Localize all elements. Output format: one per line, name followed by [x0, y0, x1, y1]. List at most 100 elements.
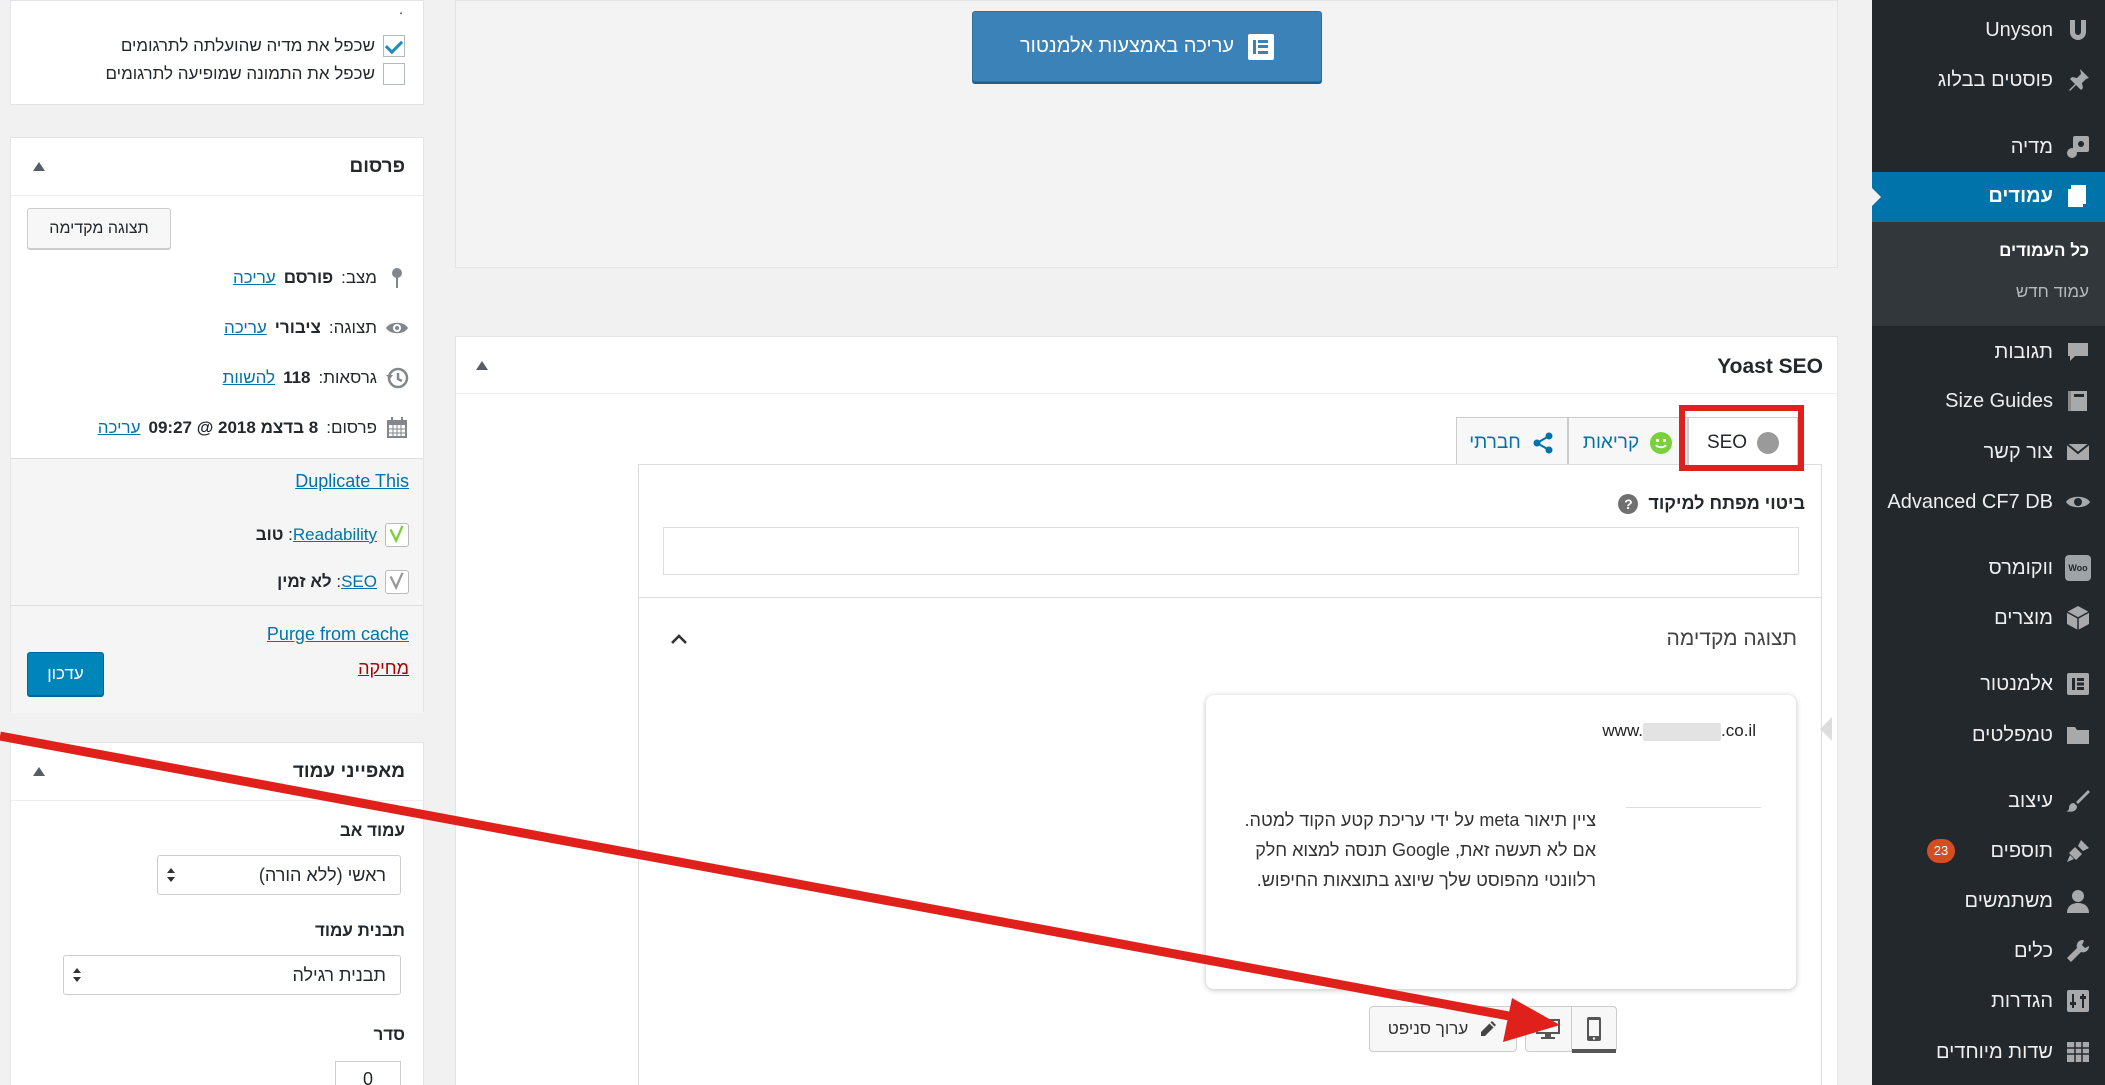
publish-box-title: פרסום [349, 156, 405, 177]
tab-seo[interactable]: SEO [1688, 417, 1798, 467]
help-icon[interactable]: ? [1618, 493, 1639, 514]
parent-page-label: עמוד אב [339, 821, 405, 840]
submenu-all-pages[interactable]: כל העמודים [1999, 241, 2089, 261]
edit-snippet-label: ערוך סניפט [1387, 1019, 1469, 1038]
calendar-icon [387, 417, 407, 438]
duplicate-featured-image-option: שכפל את התמונה שמופיעה לתרגומים [105, 63, 405, 85]
menu-label: מדיה [2010, 136, 2053, 158]
duplicate-uploaded-media-checkbox[interactable] [383, 35, 405, 57]
unyson-icon [2070, 20, 2086, 40]
mobile-preview-button[interactable] [1570, 1007, 1617, 1053]
pages-submenu: כל העמודים עמוד חדש [1872, 222, 2105, 326]
menu-item-users[interactable]: משתמשים [1872, 879, 2105, 923]
admin-sidebar: Unyson פוסטים בבלוג מדיה עמודים כל העמוד… [1871, 0, 2105, 1085]
purge-from-cache-link[interactable]: Purge from cache [267, 624, 409, 645]
box-icon [2066, 606, 2090, 630]
edit-date-link[interactable]: עריכה [98, 418, 141, 438]
menu-label: עמודים [1988, 185, 2053, 207]
readability-value: טוב [255, 525, 284, 544]
woocommerce-icon: Woo [2065, 555, 2091, 581]
menu-item-comments[interactable]: תגובות [1872, 330, 2105, 374]
menu-item-pages[interactable]: עמודים [1871, 172, 2105, 222]
menu-item-unyson[interactable]: Unyson [1872, 8, 2105, 52]
parent-page-select[interactable]: ראשי (ללא הורה) [157, 855, 401, 895]
collapse-toggle-icon[interactable] [33, 767, 45, 776]
update-button[interactable]: עדכון [27, 652, 104, 696]
yoast-seo-panel: ביטוי מפתח למיקוד ? תצוגה מקדימה www. .co… [638, 464, 1832, 1085]
checkbox-label: שכפל את התמונה שמופיעה לתרגומים [105, 64, 375, 83]
menu-label: Unyson [1985, 19, 2053, 41]
preview-button[interactable]: תצוגה מקדימה [27, 208, 171, 249]
menu-item-posts[interactable]: פוסטים בבלוג [1872, 58, 2105, 102]
yoast-readability-icon [385, 523, 409, 547]
seo-score-row: SEO: לא זמין [277, 570, 409, 594]
compare-revisions-link[interactable]: להשוות [223, 368, 275, 388]
menu-label: צור קשר [1983, 441, 2053, 463]
edit-with-elementor-button[interactable]: עריכה באמצעות אלמנטור [972, 11, 1322, 82]
duplicate-row: Duplicate This [295, 471, 409, 492]
elementor-button-label: עריכה באמצעות אלמנטור [1019, 35, 1235, 57]
revisions-count: 118 [283, 368, 311, 387]
menu-item-contact[interactable]: צור קשר [1872, 430, 2105, 474]
duplicate-this-link[interactable]: Duplicate This [295, 471, 409, 492]
settings-icon [2067, 990, 2089, 1012]
menu-item-plugins[interactable]: תוספים 23 [1872, 829, 2105, 873]
elementor-icon [2067, 673, 2089, 695]
menu-label: ווקומרס [1988, 557, 2053, 579]
snippet-description: ציין תיאור meta על ידי עריכת קטע הקוד למ… [1244, 810, 1596, 890]
duplicate-featured-image-checkbox[interactable] [383, 63, 405, 85]
focus-keyphrase-input[interactable] [663, 527, 1799, 575]
snippet-url-suffix: .co.il [1721, 721, 1756, 740]
menu-item-templates[interactable]: טמפלטים [1872, 713, 2105, 757]
menu-item-custom-fields[interactable]: שדות מיוחדים [1872, 1030, 2105, 1074]
divider [639, 597, 1821, 598]
menu-label: טמפלטים [1971, 724, 2053, 746]
chevron-up-icon[interactable] [669, 629, 689, 649]
pin-icon [2069, 69, 2089, 91]
menu-item-elementor[interactable]: אלמנטור [1872, 662, 2105, 706]
edit-visibility-link[interactable]: עריכה [224, 318, 267, 338]
menu-item-settings[interactable]: הגדרות [1872, 979, 2105, 1023]
parent-page-value: ראשי (ללא הורה) [258, 865, 386, 885]
order-input[interactable]: 0 [335, 1061, 401, 1085]
select-arrows-icon [73, 968, 81, 982]
delete-link[interactable]: מחיקה [358, 658, 409, 679]
page-template-select[interactable]: תבנית רגילה [63, 955, 401, 995]
menu-item-advanced-cf7-db[interactable]: Advanced CF7 DB [1872, 480, 2105, 524]
desktop-preview-button[interactable] [1526, 1007, 1571, 1051]
menu-label: אלמנטור [1980, 673, 2053, 695]
page-attributes-title: מאפייני עמוד [292, 761, 405, 782]
menu-item-size-guides[interactable]: Size Guides [1872, 379, 2105, 423]
mobile-icon [1586, 1017, 1601, 1041]
edit-status-link[interactable]: עריכה [233, 268, 276, 288]
tab-social[interactable]: חברתי [1456, 417, 1568, 467]
seo-link[interactable]: SEO [341, 572, 377, 591]
revisions-label: גרסאות: [318, 368, 377, 387]
divider [456, 393, 1837, 394]
menu-item-media[interactable]: מדיה [1872, 125, 2105, 169]
collapse-toggle-icon[interactable] [476, 361, 488, 370]
submenu-new-page[interactable]: עמוד חדש [2016, 282, 2089, 302]
status-value: פורסם [283, 268, 334, 287]
menu-item-appearance[interactable]: עיצוב [1872, 779, 2105, 823]
menu-item-products[interactable]: מוצרים [1872, 596, 2105, 640]
tab-readability-label: קריאות [1582, 431, 1640, 453]
readability-score-row: Readability: טוב [256, 523, 409, 547]
readability-link[interactable]: Readability [293, 525, 377, 544]
focus-keyphrase-text: ביטוי מפתח למיקוד [1648, 493, 1805, 513]
edit-snippet-button[interactable]: ערוך סניפט [1369, 1006, 1517, 1052]
menu-item-tools[interactable]: כלים [1872, 929, 2105, 973]
yoast-seo-icon [385, 570, 409, 594]
collapse-toggle-icon[interactable] [33, 162, 45, 171]
visibility-label: תצוגה: [328, 318, 377, 337]
eye-icon [2066, 496, 2090, 508]
menu-label: משתמשים [1964, 890, 2053, 912]
menu-label: פוסטים בבלוג [1937, 69, 2053, 91]
translation-options-box: . שכפל את מדיה שהועלתה לתרגומים שכפל את … [10, 0, 424, 105]
revisions-row: גרסאות: 118 להשוות [223, 366, 409, 390]
media-icon [2067, 136, 2089, 158]
menu-item-woocommerce[interactable]: Woo ווקומרס [1872, 546, 2105, 590]
checkbox-label: שכפל את מדיה שהועלתה לתרגומים [120, 36, 375, 55]
tab-readability[interactable]: קריאות [1568, 417, 1688, 467]
publish-actions: Purge from cache מחיקה עדכון [11, 606, 423, 713]
